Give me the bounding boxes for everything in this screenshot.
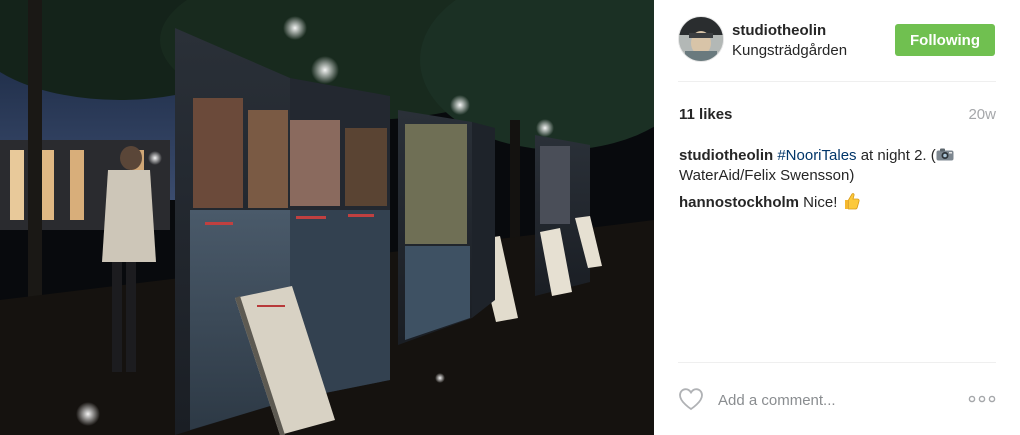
comment: hannostockholm Nice! xyxy=(679,192,999,213)
post-side-panel: studiotheolin Kungsträdgården Following … xyxy=(654,0,1020,435)
comment-author[interactable]: studiotheolin xyxy=(679,147,773,164)
heart-outline-icon[interactable] xyxy=(678,387,704,411)
comment-text: Nice! xyxy=(799,194,842,211)
post-photo[interactable] xyxy=(0,0,654,435)
header-divider xyxy=(678,81,996,82)
add-comment-input[interactable] xyxy=(718,387,948,413)
comment: studiotheolin #NooriTales at night 2. ( … xyxy=(679,146,999,186)
more-options-icon[interactable] xyxy=(968,393,996,405)
comments-divider xyxy=(678,362,996,363)
author-username[interactable]: studiotheolin xyxy=(732,22,826,39)
avatar[interactable] xyxy=(678,16,724,62)
comment-text: at night 2. ( xyxy=(856,147,936,164)
post-location[interactable]: Kungsträdgården xyxy=(732,42,847,59)
exhibition-night-photo xyxy=(0,0,654,435)
comment-text: WaterAid/Felix Swensson) xyxy=(679,167,855,184)
add-comment-row xyxy=(678,384,996,416)
post-header: studiotheolin Kungsträdgården Following xyxy=(678,16,996,64)
hashtag-link[interactable]: #NooriTales xyxy=(777,147,856,164)
avatar-image xyxy=(679,17,723,61)
camera-emoji-icon xyxy=(936,148,954,161)
post-age[interactable]: 20w xyxy=(968,106,996,123)
comment-list: studiotheolin #NooriTales at night 2. ( … xyxy=(679,146,999,219)
likes-count[interactable]: 11 likes xyxy=(679,106,732,123)
comment-author[interactable]: hannostockholm xyxy=(679,194,799,211)
thumbs-up-emoji-icon xyxy=(844,193,860,210)
following-button[interactable]: Following xyxy=(895,24,995,56)
